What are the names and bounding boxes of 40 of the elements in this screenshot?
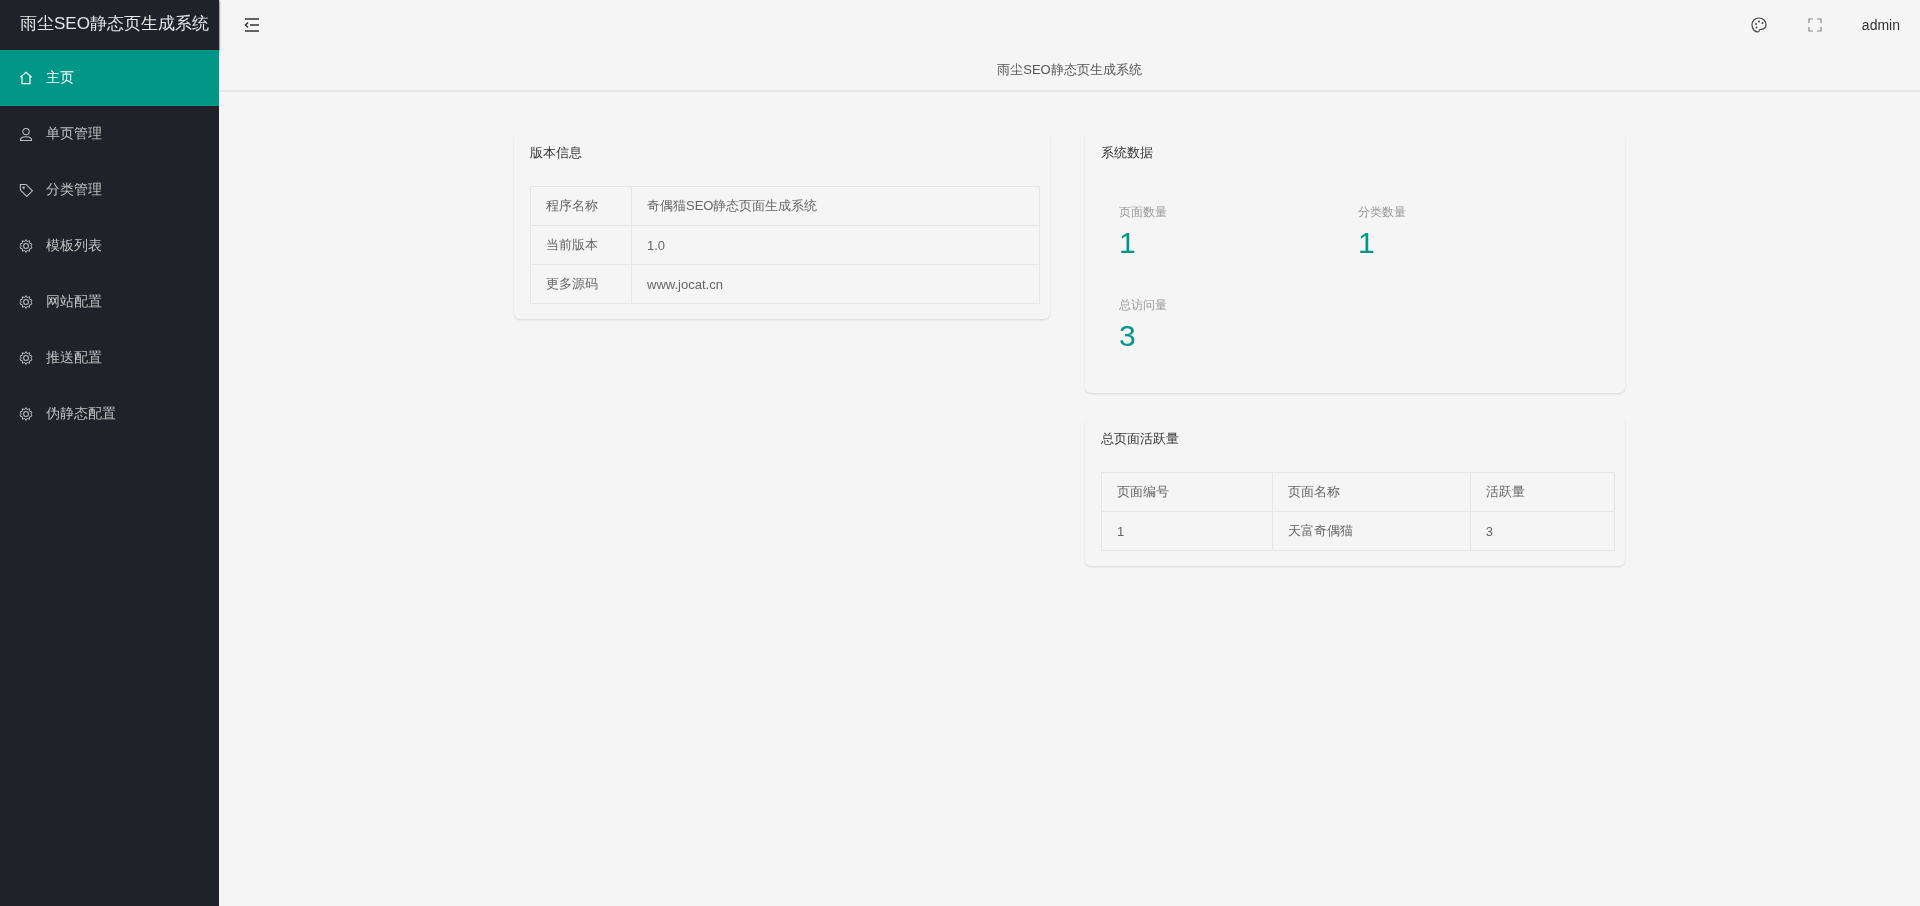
stat-value: 1: [1358, 226, 1375, 259]
app-logo: 雨尘SEO静态页生成系统: [0, 0, 219, 50]
stat-label: 页面数量: [1119, 204, 1168, 221]
tag-icon: [18, 182, 34, 198]
user-icon: [18, 126, 34, 142]
table-cell: 天富奇偶猫: [1272, 511, 1471, 551]
table-cell: www.jocat.cn: [631, 264, 1040, 304]
table-cell: 1.0: [631, 225, 1040, 265]
sidebar-item[interactable]: 主页: [0, 50, 219, 106]
sidebar-item[interactable]: 网站配置: [0, 274, 219, 330]
card-title: 系统数据: [1101, 144, 1154, 162]
sidebar-item[interactable]: 模板列表: [0, 218, 219, 274]
sidebar-item[interactable]: 分类管理: [0, 162, 219, 218]
home-icon: [18, 70, 34, 86]
stat-label: 总访问量: [1119, 297, 1168, 314]
user-menu[interactable]: admin: [1861, 17, 1900, 33]
stat-label: 分类数量: [1358, 204, 1407, 221]
sidebar-item[interactable]: 单页管理: [0, 106, 219, 162]
card-title: 总页面活跃量: [1101, 430, 1180, 448]
column-header: 活跃量: [1470, 472, 1615, 512]
table-cell: 程序名称: [530, 186, 632, 226]
card-title: 版本信息: [530, 144, 583, 162]
table-cell: 奇偶猫SEO静态页面生成系统: [631, 186, 1040, 226]
gear-icon: [18, 406, 34, 422]
gear-icon: [18, 238, 34, 254]
column-header: 页面名称: [1272, 472, 1471, 512]
table-cell: 1: [1101, 511, 1273, 551]
page-title: 雨尘SEO静态页生成系统: [219, 50, 1920, 92]
gear-icon: [18, 294, 34, 310]
column-header: 页面编号: [1101, 472, 1273, 512]
sidebar-item[interactable]: 推送配置: [0, 330, 219, 386]
table-cell: 当前版本: [530, 225, 632, 265]
stat-value: 1: [1119, 226, 1136, 259]
sidebar-item[interactable]: 伪静态配置: [0, 386, 219, 442]
table-cell: 3: [1470, 511, 1615, 551]
gear-icon: [18, 350, 34, 366]
stat-value: 3: [1119, 319, 1136, 352]
palette-icon[interactable]: [1749, 16, 1768, 34]
menu-icon[interactable]: [243, 16, 261, 34]
table-cell: 更多源码: [530, 264, 632, 304]
